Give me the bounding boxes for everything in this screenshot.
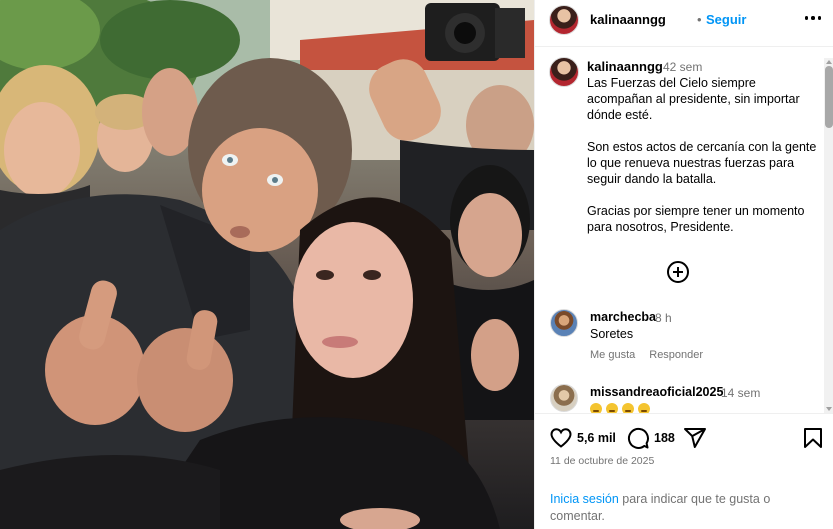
post-header: kalinaanngg • Seguir xyxy=(535,0,833,47)
action-bar: 5,6 mil 188 xyxy=(549,426,822,450)
comment-like-button[interactable]: Me gusta xyxy=(590,349,635,361)
comment-username[interactable]: marchecba xyxy=(590,310,656,324)
comment-text: Soretes xyxy=(590,327,634,341)
more-options-icon[interactable] xyxy=(801,8,825,28)
commenter-avatar[interactable] xyxy=(550,384,578,412)
post-photo[interactable] xyxy=(0,0,534,529)
login-prompt: Inicia sesión para indicar que te gusta … xyxy=(550,491,810,525)
comment-reply-button[interactable]: Responder xyxy=(649,349,703,361)
login-link[interactable]: Inicia sesión xyxy=(550,492,619,506)
send-icon[interactable] xyxy=(683,426,707,450)
scrollbar-thumb[interactable] xyxy=(825,66,833,128)
grimacing-face-emoji-icon xyxy=(590,403,602,413)
heart-icon[interactable] xyxy=(549,426,573,450)
comments-scrollbar[interactable] xyxy=(824,58,833,413)
comment-age: 14 sem xyxy=(721,386,761,400)
comment-username[interactable]: missandreaoficial2025 xyxy=(590,385,723,399)
post-side-panel: kalinaanngg • Seguir kalinaanngg 42 sem … xyxy=(534,0,833,529)
post-photo-illustration xyxy=(0,0,534,529)
caption-username[interactable]: kalinaanngg xyxy=(587,59,663,74)
caption-age: 42 sem xyxy=(663,60,703,74)
scroll-up-arrow-icon[interactable] xyxy=(826,60,832,64)
plus-circle-icon[interactable] xyxy=(667,261,689,283)
grimacing-face-emoji-icon xyxy=(638,403,650,413)
post-actions: 5,6 mil 188 11 de octubre de 2025 Inicia… xyxy=(535,413,833,529)
separator-dot: • xyxy=(697,12,702,27)
comments-list[interactable]: kalinaanngg 42 sem Las Fuerzas del Cielo… xyxy=(535,47,833,413)
comment-bubble-icon[interactable] xyxy=(626,426,650,450)
comment-age: 8 h xyxy=(655,311,672,325)
author-username[interactable]: kalinaanngg xyxy=(590,12,666,27)
commenter-avatar[interactable] xyxy=(550,309,578,337)
scroll-down-arrow-icon[interactable] xyxy=(826,407,832,411)
caption-text: Las Fuerzas del Cielo siempre acompañan … xyxy=(587,76,817,234)
likes-count[interactable]: 5,6 mil xyxy=(577,431,616,445)
caption-avatar[interactable] xyxy=(549,57,579,87)
comments-count[interactable]: 188 xyxy=(654,431,675,445)
comment-actions: Me gusta Responder xyxy=(590,349,703,361)
post-date: 11 de octubre de 2025 xyxy=(550,455,655,467)
follow-button[interactable]: Seguir xyxy=(706,12,746,27)
author-avatar[interactable] xyxy=(549,5,579,35)
grimacing-face-emoji-icon xyxy=(622,403,634,413)
bookmark-icon[interactable] xyxy=(801,426,825,450)
comment-emoji-row xyxy=(590,403,650,413)
grimacing-face-emoji-icon xyxy=(606,403,618,413)
